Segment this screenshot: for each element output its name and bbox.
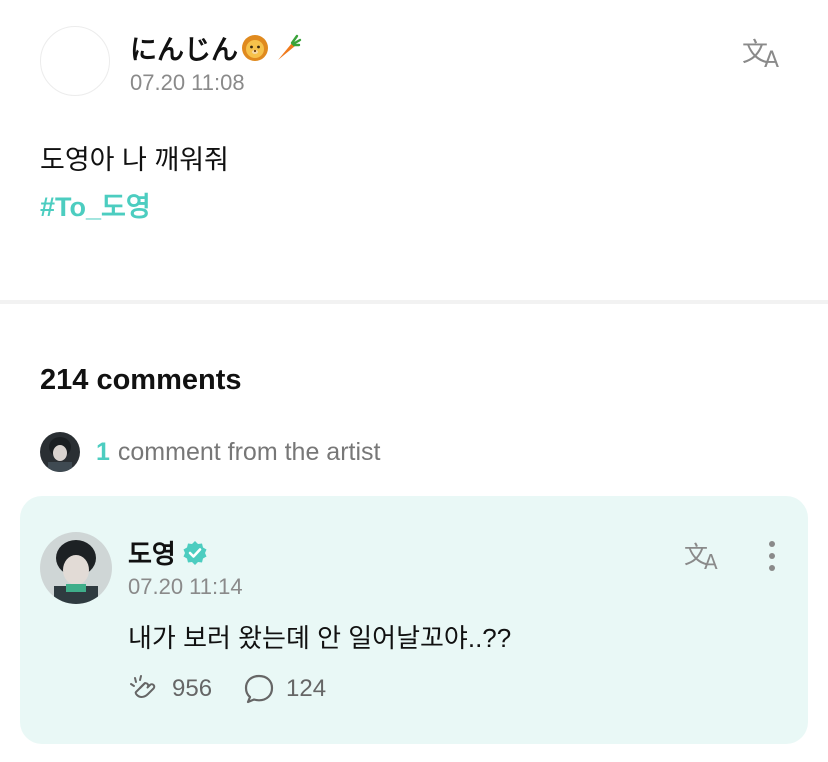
svg-text:A: A xyxy=(704,550,718,572)
author-name[interactable]: にんじん xyxy=(130,28,238,67)
reply-button[interactable]: 124 xyxy=(242,672,326,706)
more-vertical-icon[interactable] xyxy=(764,538,780,574)
author-avatar[interactable] xyxy=(40,26,110,96)
artist-avatar[interactable] xyxy=(40,532,112,604)
comment-text: 내가 보러 왔는뎨 안 일어날꼬야..?? xyxy=(128,623,512,653)
comments-count: 214 comments xyxy=(40,364,242,396)
artist-comment-count: 1 xyxy=(96,437,110,466)
svg-text:A: A xyxy=(764,48,779,70)
post-body: 도영아 나 깨워줘 #To_도영 xyxy=(40,138,229,224)
post-header: にんじん 07.20 11:08 文 A xyxy=(40,26,800,98)
post-time: 07.20 11:08 xyxy=(130,70,245,95)
carrot-emoji-icon xyxy=(278,34,302,60)
clap-like-icon xyxy=(130,675,156,698)
artist-comment-label: comment from the artist xyxy=(117,437,381,466)
reply-count: 124 xyxy=(286,675,327,702)
artist-name[interactable]: 도영 xyxy=(128,534,176,571)
verified-badge-icon xyxy=(183,540,207,565)
comment-actions: 956 124 xyxy=(128,672,356,706)
hashtag-link[interactable]: #To_도영 xyxy=(40,185,229,224)
artist-avatar-small xyxy=(40,432,80,472)
speech-bubble-icon xyxy=(244,674,274,704)
post-text: 도영아 나 깨워줘 xyxy=(40,145,229,175)
comment-time: 07.20 11:14 xyxy=(128,574,243,599)
lion-emoji-icon xyxy=(242,34,268,61)
artist-comment-card: 도영 07.20 11:14 내가 보러 왔는뎨 안 일어날꼬야..?? 文 A… xyxy=(20,496,808,744)
author-name-row[interactable]: にんじん xyxy=(130,28,302,67)
section-divider xyxy=(0,300,828,304)
like-button[interactable]: 956 xyxy=(128,672,212,706)
artist-comment-filter[interactable]: 1 comment from the artist xyxy=(40,432,380,472)
like-count: 956 xyxy=(172,675,213,702)
artist-name-row[interactable]: 도영 xyxy=(128,534,208,571)
translate-icon[interactable]: 文 A xyxy=(742,34,788,70)
comment-translate-icon[interactable]: 文 A xyxy=(684,538,726,572)
